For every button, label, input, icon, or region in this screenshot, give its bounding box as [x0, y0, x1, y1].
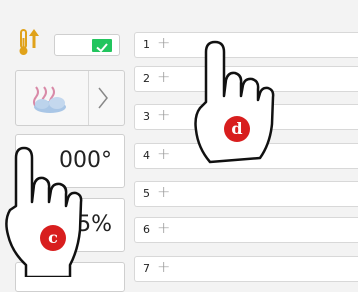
step-row-7[interactable]: 7 +	[134, 256, 358, 282]
step-number: 1	[143, 38, 150, 51]
add-step-icon[interactable]: +	[157, 105, 170, 124]
step-number: 4	[143, 149, 150, 162]
hand-d-label: d	[231, 119, 242, 138]
step-number: 2	[143, 72, 150, 85]
chevron-right-icon	[96, 86, 110, 110]
hand-c-label: c	[48, 228, 58, 247]
add-step-icon[interactable]: +	[157, 33, 170, 52]
thermometer-arrow-up-icon[interactable]	[18, 28, 42, 58]
humidity-mode-selector[interactable]	[15, 70, 125, 126]
hand-pointer-d-icon: d	[194, 40, 275, 164]
step-number: 7	[143, 262, 150, 275]
hand-pointer-c-icon: c	[5, 146, 83, 277]
step-row-5[interactable]: 5 +	[134, 181, 358, 207]
add-step-icon[interactable]: +	[157, 182, 170, 201]
steam-humidity-icon	[30, 83, 70, 115]
enable-toggle[interactable]	[54, 34, 120, 56]
add-step-icon[interactable]: +	[157, 67, 170, 86]
step-number: 6	[143, 223, 150, 236]
add-step-icon[interactable]: +	[157, 218, 170, 237]
step-row-6[interactable]: 6 +	[134, 217, 358, 243]
step-number: 3	[143, 110, 150, 123]
add-step-icon[interactable]: +	[157, 144, 170, 163]
step-number: 5	[143, 187, 150, 200]
add-step-icon[interactable]: +	[157, 257, 170, 276]
checkmark-icon	[92, 39, 112, 53]
